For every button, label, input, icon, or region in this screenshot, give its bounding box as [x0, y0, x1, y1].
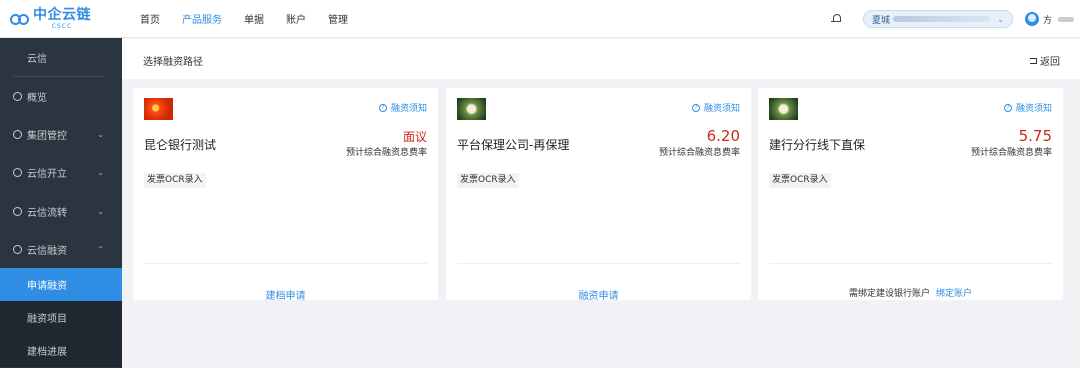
- main-nav: 首页 产品服务 单据 账户 管理: [140, 0, 370, 38]
- financing-card: ? 融资须知 建行分行线下直保 5.75 预计综合融资息费率 发票OCR录入 需…: [758, 88, 1063, 300]
- logo[interactable]: 中企云链 CSCC: [0, 0, 122, 38]
- sidebar-item-financing[interactable]: 云信融资 ⌃: [0, 230, 122, 268]
- cloud-icon: [13, 244, 22, 254]
- card-title: 建行分行线下直保: [769, 138, 866, 152]
- page-header: 选择融资路径 返回: [122, 39, 1080, 79]
- back-button[interactable]: 返回: [1030, 53, 1060, 68]
- card-title: 昆仑银行测试: [144, 138, 217, 152]
- sidebar-item-group-control[interactable]: 集团管控 ⌄: [0, 115, 122, 153]
- username-redacted: [1058, 16, 1074, 22]
- flower-image: [769, 98, 798, 120]
- bell-icon[interactable]: [830, 13, 843, 25]
- chevron-down-icon: ⌄: [97, 129, 104, 139]
- card-rate-label: 预计综合融资息费率: [658, 148, 740, 158]
- sidebar-item-label: 云信开立: [27, 169, 67, 181]
- back-label: 返回: [1040, 57, 1060, 68]
- sidebar-item-label: 概览: [27, 92, 47, 104]
- back-icon: [1030, 57, 1037, 64]
- chevron-down-icon: ⌄: [97, 206, 104, 216]
- avatar[interactable]: [1024, 12, 1039, 26]
- company-select[interactable]: 夏城 ⌄: [862, 10, 1013, 28]
- bind-account-link[interactable]: 绑定账户: [936, 289, 972, 299]
- chevron-down-icon: ⌄: [97, 168, 104, 178]
- nav-products[interactable]: 产品服务: [182, 11, 222, 26]
- card-rate-label: 预计综合融资息费率: [970, 148, 1052, 158]
- card-rate: 5.75: [1018, 127, 1052, 145]
- username[interactable]: 方: [1043, 13, 1052, 26]
- financing-notice-link[interactable]: ? 融资须知: [691, 101, 740, 114]
- card-tag: 发票OCR录入: [144, 173, 206, 188]
- sidebar-item-yunxin[interactable]: 云信: [0, 38, 122, 76]
- logo-sub: CSCC: [51, 22, 73, 30]
- card-divider: [769, 263, 1052, 264]
- chevron-up-icon: ⌃: [97, 244, 104, 254]
- card-divider: [144, 263, 427, 264]
- card-action-button[interactable]: 融资申请: [446, 287, 751, 302]
- notice-label: 融资须知: [703, 104, 740, 114]
- globe-icon: [13, 129, 22, 139]
- card-rate: 面议: [402, 130, 427, 144]
- flower-image: [457, 98, 486, 120]
- financing-card: ? 融资须知 昆仑银行测试 面议 预计综合融资息费率 发票OCR录入 建档申请: [133, 88, 438, 302]
- card-tag: 发票OCR录入: [457, 173, 519, 188]
- nav-home[interactable]: 首页: [140, 11, 160, 26]
- card-title: 平台保理公司-再保理: [457, 138, 570, 152]
- notice-label: 融资须知: [1015, 104, 1052, 114]
- sidebar-sub-progress[interactable]: 建档进展: [0, 334, 122, 368]
- main-content: 选择融资路径 返回 ? 融资须知 昆仑银行测试 面议 预计综合融资息费率 发票O…: [122, 38, 1080, 368]
- financing-notice-link[interactable]: ? 融资须知: [378, 101, 427, 114]
- nav-accounts[interactable]: 账户: [286, 11, 306, 26]
- page-title: 选择融资路径: [143, 57, 203, 68]
- nav-management[interactable]: 管理: [328, 11, 348, 26]
- logo-icon: [10, 11, 30, 27]
- company-name-redacted: [893, 16, 992, 22]
- logo-name: 中企云链: [33, 6, 91, 23]
- card-footer: 需绑定建设银行账户 绑定账户: [758, 286, 1063, 299]
- sidebar-item-label: 集团管控: [27, 130, 67, 142]
- company-name: 夏城: [871, 15, 890, 26]
- chevron-down-icon: ⌄: [997, 14, 1004, 24]
- sidebar: 云信 概览 集团管控 ⌄ 云信开立 ⌄ 云信流转 ⌄ 云信融资 ⌃ 申请融资 融…: [0, 38, 122, 368]
- financing-card: ? 融资须知 平台保理公司-再保理 6.20 预计综合融资息费率 发票OCR录入…: [446, 88, 751, 302]
- card-rate: 6.20: [706, 127, 740, 145]
- sidebar-sub-apply[interactable]: 申请融资: [0, 268, 122, 302]
- card-divider: [457, 263, 740, 264]
- sidebar-item-label: 云信流转: [27, 207, 67, 219]
- sidebar-item-label: 云信融资: [27, 245, 67, 257]
- sidebar-sub-projects[interactable]: 融资项目: [0, 301, 122, 335]
- financing-notice-link[interactable]: ? 融资须知: [1003, 101, 1052, 114]
- card-action-button[interactable]: 建档申请: [133, 287, 438, 302]
- top-bar: 中企云链 CSCC 首页 产品服务 单据 账户 管理 夏城 ⌄ 方: [0, 0, 1080, 38]
- sidebar-item-overview[interactable]: 概览: [0, 77, 122, 115]
- card-rate-label: 预计综合融资息费率: [345, 148, 427, 158]
- question-icon: ?: [691, 103, 700, 112]
- card-footer-text: 需绑定建设银行账户: [848, 289, 930, 299]
- nav-documents[interactable]: 单据: [244, 11, 264, 26]
- question-icon: ?: [1003, 103, 1012, 112]
- question-icon: ?: [378, 103, 387, 112]
- flower-image: [144, 98, 173, 120]
- user-icon: [13, 168, 22, 178]
- cloud-icon: [13, 206, 22, 216]
- notice-label: 融资须知: [390, 104, 427, 114]
- sidebar-item-issue[interactable]: 云信开立 ⌄: [0, 154, 122, 192]
- sidebar-item-transfer[interactable]: 云信流转 ⌄: [0, 192, 122, 230]
- card-tag: 发票OCR录入: [769, 173, 831, 188]
- layers-icon: [13, 91, 22, 101]
